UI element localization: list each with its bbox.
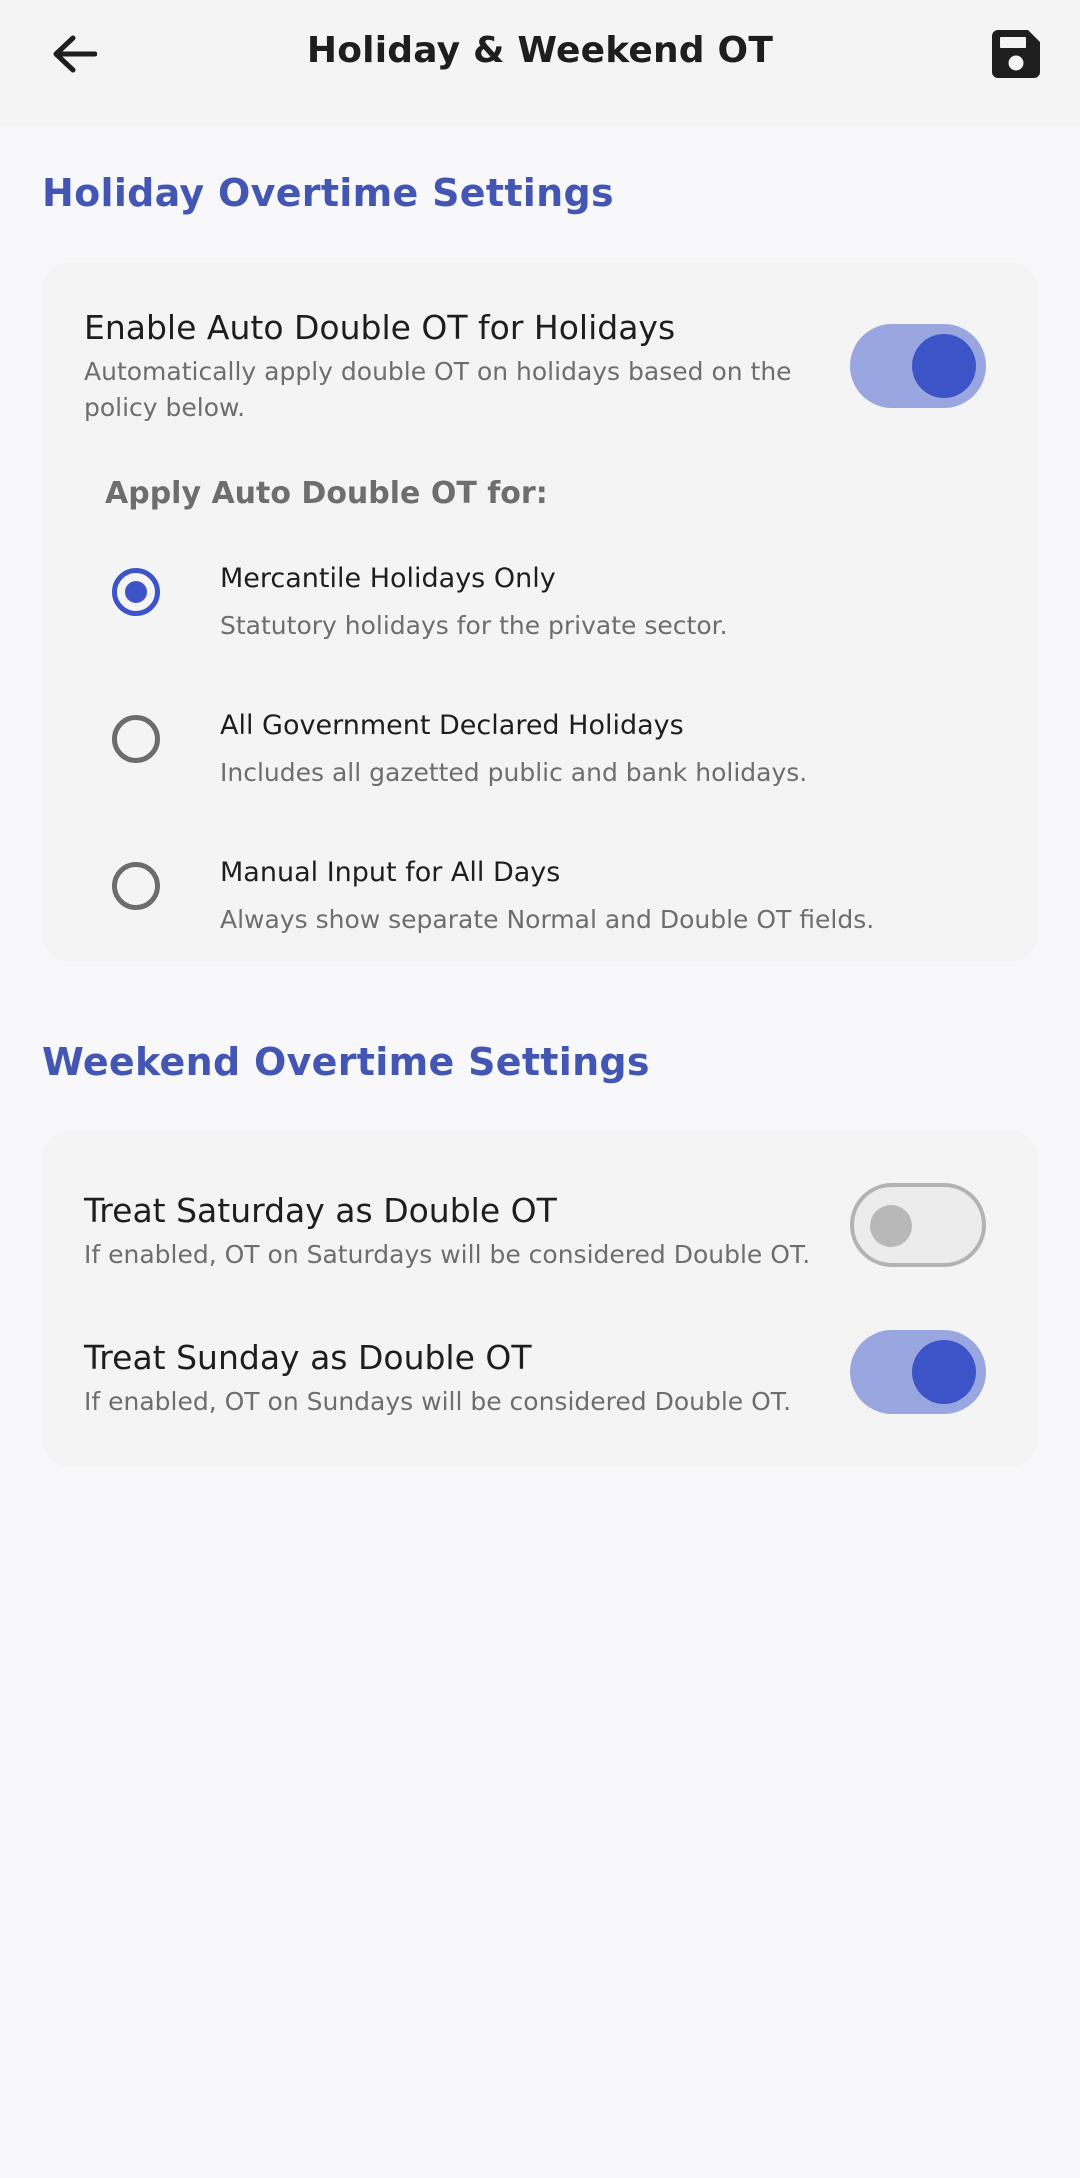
radio-dot xyxy=(125,581,147,603)
option-title: Manual Input for All Days xyxy=(220,857,561,888)
page-title: Holiday & Weekend OT xyxy=(306,30,774,71)
sunday-double-ot-title: Treat Sunday as Double OT xyxy=(84,1338,532,1377)
auto-double-ot-subtitle: Automatically apply double OT on holiday… xyxy=(84,357,792,422)
toggle-knob xyxy=(912,334,976,398)
radio-button[interactable] xyxy=(112,715,160,763)
weekend-section-title: Weekend Overtime Settings xyxy=(42,1040,650,1084)
option-subtitle: Always show separate Normal and Double O… xyxy=(220,905,875,934)
option-title: All Government Declared Holidays xyxy=(220,710,684,741)
weekend-settings-card: Treat Saturday as Double OT If enabled, … xyxy=(42,1131,1038,1467)
sunday-double-ot-subtitle: If enabled, OT on Sundays will be consid… xyxy=(84,1387,792,1416)
toggle-knob xyxy=(870,1205,912,1247)
option-subtitle: Statutory holidays for the private secto… xyxy=(220,611,728,640)
floppy-disk-icon xyxy=(992,30,1040,78)
save-button[interactable] xyxy=(990,28,1042,80)
auto-double-ot-toggle[interactable] xyxy=(850,324,986,408)
radio-button[interactable] xyxy=(112,862,160,910)
option-title: Mercantile Holidays Only xyxy=(220,563,556,594)
toggle-knob xyxy=(912,1340,976,1404)
apply-auto-double-ot-label: Apply Auto Double OT for: xyxy=(105,476,548,511)
saturday-double-ot-subtitle: If enabled, OT on Saturdays will be cons… xyxy=(84,1240,811,1269)
sunday-double-ot-toggle[interactable] xyxy=(850,1330,986,1414)
saturday-double-ot-title: Treat Saturday as Double OT xyxy=(84,1191,557,1230)
radio-button-selected[interactable] xyxy=(112,568,160,616)
option-subtitle: Includes all gazetted public and bank ho… xyxy=(220,758,808,787)
holiday-section-title: Holiday Overtime Settings xyxy=(42,171,614,215)
app-bar: Holiday & Weekend OT xyxy=(0,0,1080,127)
holiday-settings-card: Enable Auto Double OT for Holidays Autom… xyxy=(42,262,1038,962)
auto-double-ot-title: Enable Auto Double OT for Holidays xyxy=(84,308,676,347)
saturday-double-ot-toggle[interactable] xyxy=(850,1183,986,1267)
